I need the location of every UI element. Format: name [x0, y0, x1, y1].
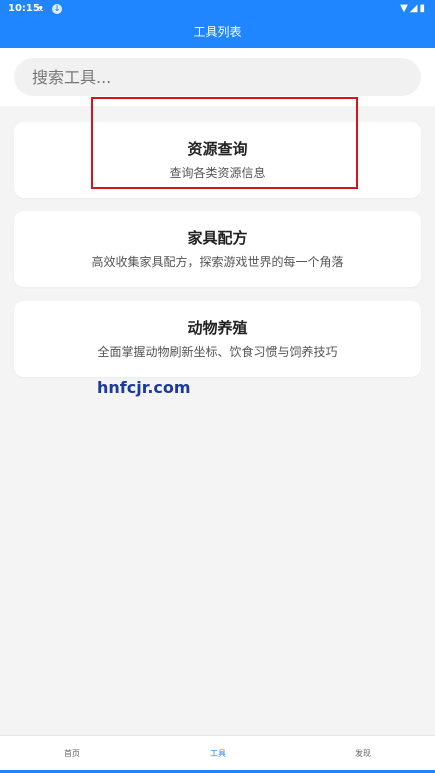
- status-icons: ▼◢▮: [400, 0, 427, 18]
- card-title: 动物养殖: [187, 319, 248, 337]
- page-title: 工具列表: [193, 25, 242, 39]
- nav-discover[interactable]: 发现: [355, 748, 371, 759]
- card-subtitle: 全面掌握动物刷新坐标、饮食习惯与饲养技巧: [97, 345, 338, 359]
- battery-icon: ▮: [419, 3, 427, 14]
- bottom-nav: 首页 工具 发现: [0, 735, 435, 773]
- nav-tools[interactable]: 工具: [210, 748, 226, 759]
- nav-home[interactable]: 首页: [64, 748, 80, 759]
- tool-card-furniture-recipes[interactable]: 家具配方 高效收集家具配方，探索游戏世界的每一个角落: [14, 211, 421, 287]
- tool-card-animal-breeding[interactable]: 动物养殖 全面掌握动物刷新坐标、饮食习惯与饲养技巧: [14, 301, 421, 377]
- card-subtitle: 高效收集家具配方，探索游戏世界的每一个角落: [91, 255, 344, 269]
- highlight-box: [91, 97, 358, 189]
- wifi-icon: ▼: [400, 3, 410, 14]
- search-input[interactable]: [14, 58, 421, 96]
- cat-icon: ᴥ: [38, 4, 44, 14]
- card-title: 家具配方: [187, 229, 248, 247]
- watermark: hnfcjr.com: [97, 378, 191, 397]
- app-bar: 10:15 ᴥ ↓ ▼◢▮ 工具列表: [0, 0, 435, 48]
- status-bar: 10:15 ᴥ ↓ ▼◢▮: [0, 0, 435, 18]
- download-icon: ↓: [52, 4, 62, 14]
- status-time: 10:15: [8, 3, 40, 14]
